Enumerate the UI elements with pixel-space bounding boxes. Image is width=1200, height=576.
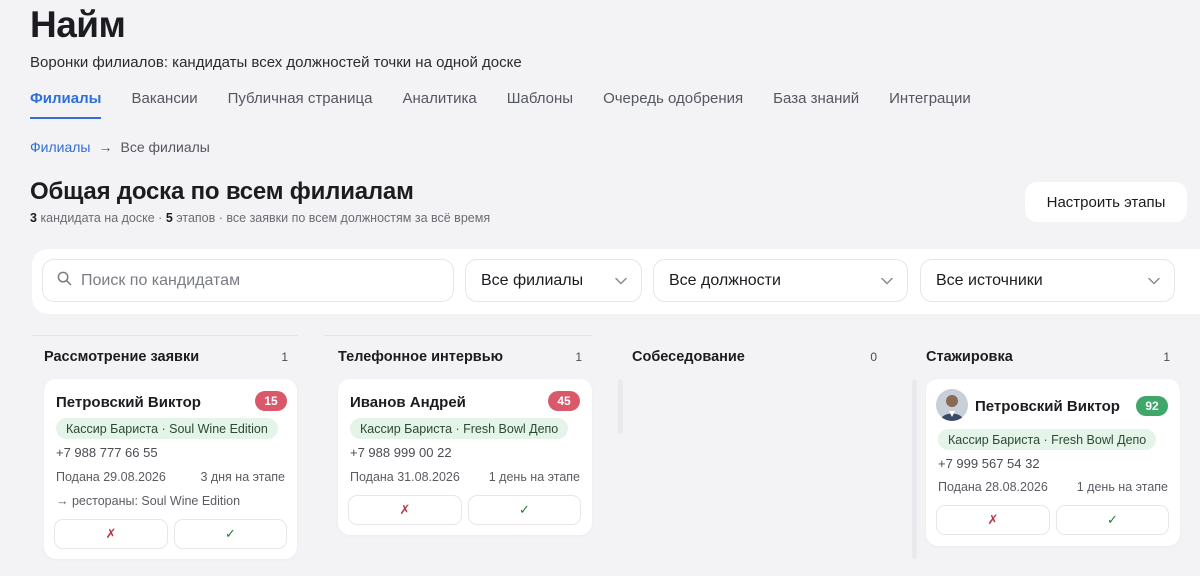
column-title: Стажировка	[926, 349, 1013, 365]
tab-integrations[interactable]: Интеграции	[889, 90, 971, 119]
candidate-card[interactable]: Петровский Виктор 15 Кассир Бариста · So…	[44, 379, 297, 559]
meta-dot: ·	[158, 211, 163, 225]
tab-public-page[interactable]: Публичная страница	[228, 90, 373, 119]
days-in-stage: 3 дня на этапе	[200, 470, 285, 484]
stages-count: 5	[165, 211, 173, 225]
stages-label: этапов	[176, 211, 216, 225]
branch-select-value: Все филиалы	[481, 271, 584, 289]
chevron-down-icon	[615, 272, 627, 290]
column-track	[912, 379, 917, 559]
chevron-down-icon	[881, 272, 893, 290]
candidate-card[interactable]: Петровский Виктор 92 Кассир Бариста · Fr…	[926, 379, 1180, 546]
candidate-name: Петровский Виктор	[975, 398, 1120, 415]
candidate-phone: +7 988 777 66 55	[56, 445, 158, 460]
column-divider	[32, 335, 298, 336]
breadcrumb-branches-link[interactable]: Филиалы	[30, 139, 90, 155]
empty-column-track	[618, 379, 623, 434]
position-tag: Кассир Бариста · Fresh Bowl Депо	[938, 429, 1157, 450]
tab-bar: Филиалы Вакансии Публичная страница Анал…	[30, 90, 971, 119]
column-count: 1	[1163, 350, 1170, 364]
breadcrumb-arrow: →	[98, 139, 113, 155]
submitted-date: Подана 31.08.2026	[350, 470, 460, 484]
days-in-stage: 1 день на этапе	[1076, 480, 1168, 494]
position-tag: Кассир Бариста · Soul Wine Edition	[56, 418, 278, 439]
candidates-count: 3	[30, 211, 37, 225]
branch-select[interactable]: Все филиалы	[465, 259, 642, 302]
candidate-name: Петровский Виктор	[56, 394, 201, 411]
search-box[interactable]	[42, 259, 454, 302]
position-select-value: Все должности	[669, 271, 781, 289]
score-badge: 45	[548, 391, 580, 411]
days-in-stage: 1 день на этапе	[488, 470, 580, 484]
column-phone-interview: Телефонное интервью 1 Иванов Андрей 45 К…	[324, 335, 592, 576]
candidate-name: Иванов Андрей	[350, 394, 466, 411]
tab-knowledge-base[interactable]: База знаний	[773, 90, 859, 119]
restaurant-note: → рестораны: Soul Wine Edition	[56, 494, 241, 508]
score-badge: 15	[255, 391, 287, 411]
position-select[interactable]: Все должности	[653, 259, 908, 302]
avatar	[936, 389, 968, 421]
candidate-card[interactable]: Иванов Андрей 45 Кассир Бариста · Fresh …	[338, 379, 592, 535]
search-input[interactable]	[81, 271, 411, 290]
column-count: 1	[281, 350, 288, 364]
reject-button[interactable]: ✗	[54, 519, 168, 549]
column-count: 1	[575, 350, 582, 364]
breadcrumb: Филиалы → Все филиалы	[30, 139, 210, 155]
tab-branches[interactable]: Филиалы	[30, 90, 102, 119]
page-title: Найм	[30, 4, 126, 45]
source-select[interactable]: Все источники	[920, 259, 1175, 302]
column-title: Телефонное интервью	[338, 349, 504, 365]
score-badge: 92	[1136, 396, 1168, 416]
tab-vacancies[interactable]: Вакансии	[131, 90, 197, 119]
column-divider	[324, 335, 592, 336]
source-select-value: Все источники	[936, 271, 1043, 289]
column-title: Собеседование	[632, 349, 745, 365]
reject-button[interactable]: ✗	[936, 505, 1050, 535]
column-application-review: Рассмотрение заявки 1 Петровский Виктор …	[32, 335, 298, 576]
candidates-label: кандидата на доске	[40, 211, 155, 225]
tab-approval-queue[interactable]: Очередь одобрения	[603, 90, 743, 119]
column-title: Рассмотрение заявки	[44, 349, 200, 365]
board-summary: 3 кандидата на доске · 5 этапов · все за…	[30, 211, 490, 225]
column-count: 0	[870, 350, 877, 364]
candidate-phone: +7 999 567 54 32	[938, 456, 1040, 471]
search-icon	[57, 271, 72, 291]
board-title: Общая доска по всем филиалам	[30, 178, 414, 205]
submitted-date: Подана 28.08.2026	[938, 480, 1048, 494]
candidate-phone: +7 988 999 00 22	[350, 445, 452, 460]
page-subtitle: Воронки филиалов: кандидаты всех должнос…	[30, 54, 522, 71]
breadcrumb-current: Все филиалы	[120, 139, 210, 155]
column-interview: Собеседование 0	[618, 335, 886, 576]
tab-templates[interactable]: Шаблоны	[507, 90, 573, 119]
approve-button[interactable]: ✓	[174, 519, 287, 549]
scope-text: · все заявки по всем должностям за всё в…	[218, 211, 491, 225]
column-internship: Стажировка 1 Петровский Виктор 92 Кассир…	[912, 335, 1180, 576]
configure-stages-button[interactable]: Настроить этапы	[1025, 182, 1187, 222]
approve-button[interactable]: ✓	[1056, 505, 1169, 535]
reject-button[interactable]: ✗	[348, 495, 462, 525]
chevron-down-icon	[1148, 272, 1160, 290]
approve-button[interactable]: ✓	[468, 495, 581, 525]
position-tag: Кассир Бариста · Fresh Bowl Депо	[350, 418, 569, 439]
submitted-date: Подана 29.08.2026	[56, 470, 166, 484]
tab-analytics[interactable]: Аналитика	[402, 90, 476, 119]
filter-bar: Все филиалы Все должности Все источники	[32, 249, 1200, 314]
